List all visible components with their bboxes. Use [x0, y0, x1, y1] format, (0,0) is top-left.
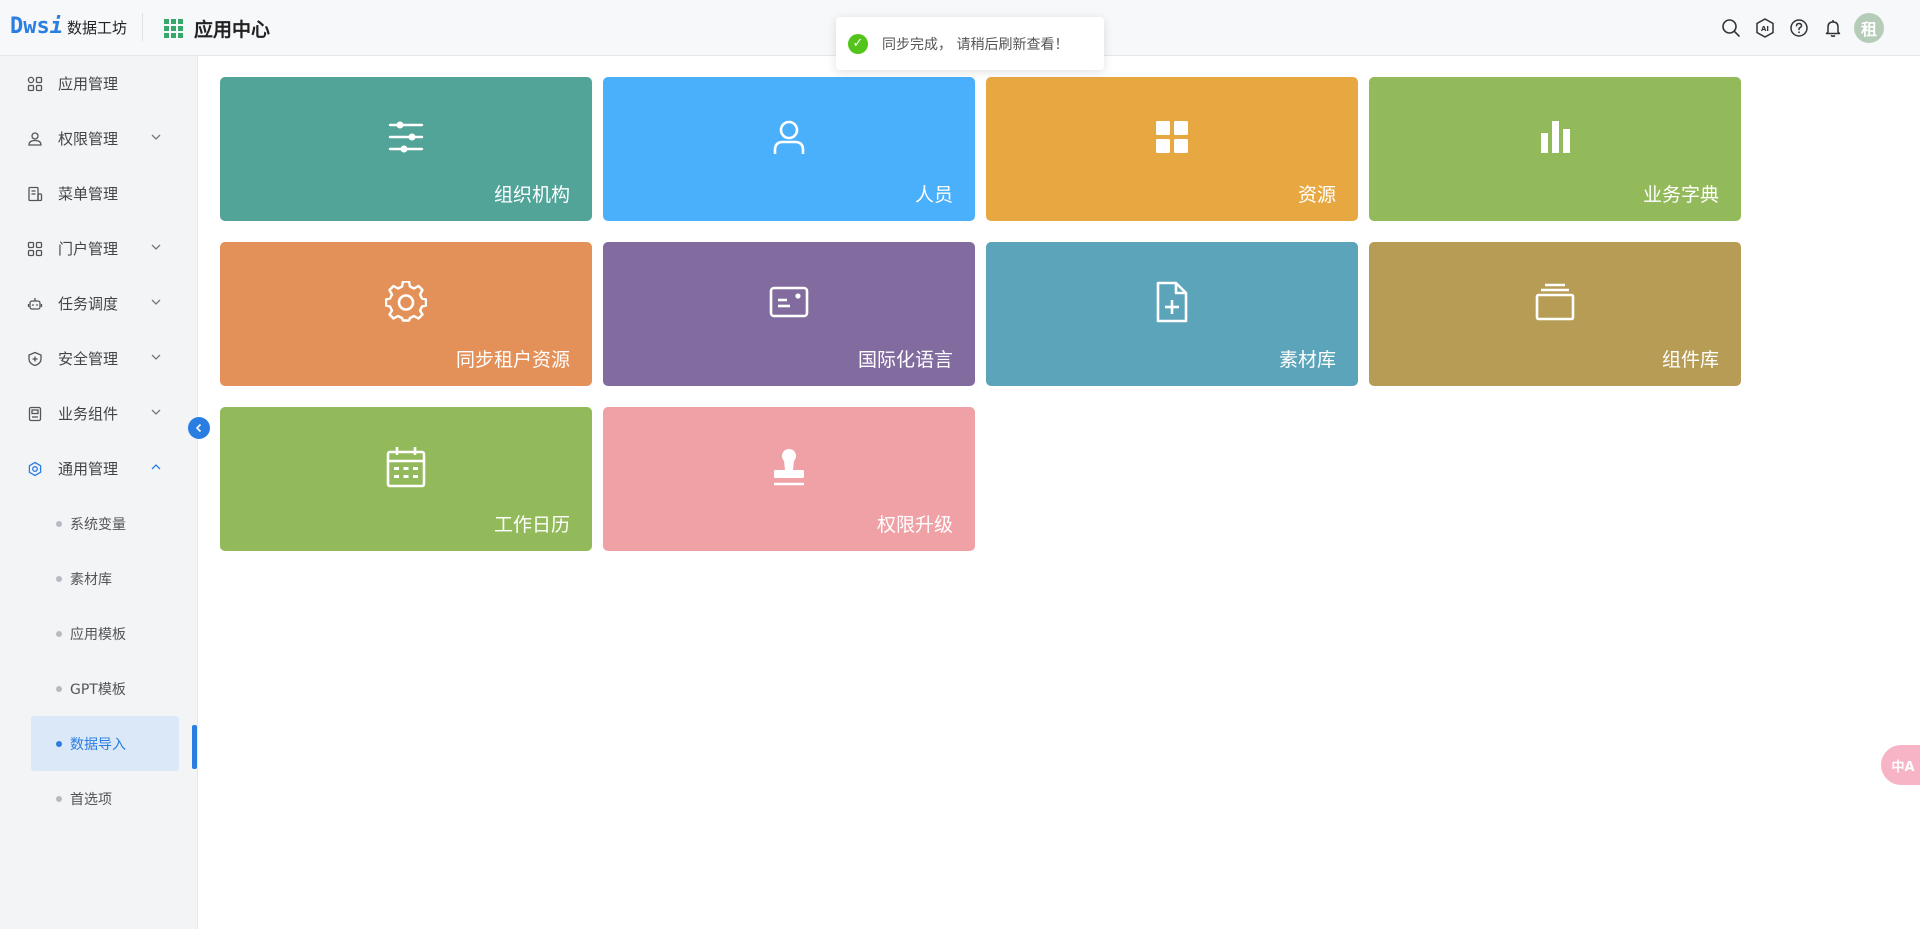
tile-organization[interactable]: 组织机构 [220, 77, 592, 221]
tile-label: 人员 [914, 184, 953, 206]
bullet-dot [56, 631, 62, 637]
chevron-down-icon [151, 299, 161, 305]
stack-icon [1533, 280, 1577, 324]
sliders-icon [384, 115, 428, 159]
header-divider [142, 13, 143, 41]
sidebar-item-security-management[interactable]: 安全管理 [0, 331, 197, 386]
app-center-title[interactable]: 应用中心 [164, 15, 270, 42]
sidebar-item-label: 任务调度 [58, 295, 119, 313]
bullet-dot [56, 796, 62, 802]
sidebar-item-label: 通用管理 [58, 460, 119, 478]
tile-business-dictionary[interactable]: 业务字典 [1369, 77, 1741, 221]
sidebar-item-permission-management[interactable]: 权限管理 [0, 111, 197, 166]
tile-material-library[interactable]: 素材库 [986, 242, 1358, 386]
sidebar-item-label: 菜单管理 [58, 185, 119, 203]
search-icon[interactable] [1714, 11, 1748, 45]
menu-doc-icon [26, 185, 44, 203]
bullet-dot [56, 741, 62, 747]
chevron-down-icon [151, 134, 161, 140]
logo-mark: Dwsi [10, 14, 63, 39]
sidebar-item-general-management[interactable]: 通用管理 [0, 441, 197, 496]
chevron-down-icon [151, 354, 161, 360]
notification-bell-icon[interactable] [1816, 11, 1850, 45]
sidebar-item-label: 门户管理 [58, 240, 119, 258]
sidebar-item-label: 应用管理 [58, 75, 119, 93]
tile-i18n-language[interactable]: 国际化语言 [603, 242, 975, 386]
chevron-up-icon [151, 464, 161, 470]
tile-label: 业务字典 [1642, 184, 1719, 206]
chevron-down-icon [151, 244, 161, 250]
bar-chart-icon [1533, 115, 1577, 159]
tile-label: 同步租户资源 [455, 349, 570, 371]
sidebar-item-label: 安全管理 [58, 350, 119, 368]
sidebar-subitem-data-import[interactable]: 数据导入 [31, 716, 179, 771]
check-circle-icon: ✓ [848, 33, 868, 54]
sidebar-collapse-button[interactable] [188, 417, 210, 439]
chevron-down-icon [151, 409, 161, 415]
tile-label: 国际化语言 [857, 349, 953, 371]
sidebar-item-app-management[interactable]: 应用管理 [0, 56, 197, 111]
sidebar-item-portal-management[interactable]: 门户管理 [0, 221, 197, 276]
toast-message: 同步完成， 请稍后刷新查看！ [882, 36, 1069, 53]
sidebar-subitem-material-library[interactable]: 素材库 [0, 551, 197, 606]
robot-icon [26, 295, 44, 313]
translate-button[interactable]: 中A [1881, 745, 1920, 785]
shield-icon [26, 350, 44, 368]
sidebar: 应用管理 权限管理 菜单管理 门户管理 任务调度 安全管理 业务组件 通用管理 … [0, 56, 198, 929]
calendar-icon [384, 445, 428, 489]
tile-component-library[interactable]: 组件库 [1369, 242, 1741, 386]
gear-icon [26, 460, 44, 478]
sidebar-item-business-component[interactable]: 业务组件 [0, 386, 197, 441]
logo[interactable]: Dwsi 数据工坊 [10, 14, 127, 39]
tile-label: 工作日历 [493, 514, 570, 536]
tile-label: 组织机构 [493, 184, 570, 206]
stamp-icon [767, 445, 811, 489]
tile-sync-tenant-resources[interactable]: 同步租户资源 [220, 242, 592, 386]
chevron-left-icon [195, 423, 202, 433]
tile-permission-upgrade[interactable]: 权限升级 [603, 407, 975, 551]
header-actions: AI 租 [1714, 0, 1920, 56]
component-icon [26, 405, 44, 423]
success-toast: ✓ 同步完成， 请稍后刷新查看！ [836, 17, 1104, 70]
logo-text: 数据工坊 [67, 19, 128, 37]
sidebar-subitem-system-variables[interactable]: 系统变量 [0, 496, 197, 551]
tile-label: 素材库 [1278, 349, 1336, 371]
svg-text:AI: AI [1761, 25, 1769, 33]
sidebar-item-menu-management[interactable]: 菜单管理 [0, 166, 197, 221]
id-card-icon [767, 280, 811, 324]
tile-personnel[interactable]: 人员 [603, 77, 975, 221]
user-stamp-icon [26, 130, 44, 148]
tile-resources[interactable]: 资源 [986, 77, 1358, 221]
sidebar-item-task-scheduling[interactable]: 任务调度 [0, 276, 197, 331]
tile-label: 资源 [1297, 184, 1336, 206]
avatar[interactable]: 租 [1854, 13, 1884, 43]
app-grid-icon [164, 18, 184, 39]
sidebar-subitem-preferences[interactable]: 首选项 [0, 771, 197, 826]
person-icon [767, 115, 811, 159]
bullet-dot [56, 576, 62, 582]
sidebar-subitem-app-templates[interactable]: 应用模板 [0, 606, 197, 661]
help-icon[interactable] [1782, 11, 1816, 45]
sidebar-item-label: 业务组件 [58, 405, 119, 423]
grid-squares-icon [1150, 115, 1194, 159]
bullet-dot [56, 686, 62, 692]
portal-grid-icon [26, 240, 44, 258]
tile-label: 权限升级 [876, 514, 953, 536]
gear-icon [384, 280, 428, 324]
tile-work-calendar[interactable]: 工作日历 [220, 407, 592, 551]
file-plus-icon [1150, 280, 1194, 324]
page-title: 应用中心 [194, 19, 271, 41]
sidebar-item-label: 权限管理 [58, 130, 119, 148]
ai-icon[interactable]: AI [1748, 11, 1782, 45]
tile-label: 组件库 [1661, 349, 1719, 371]
bullet-dot [56, 521, 62, 527]
sidebar-subitem-gpt-templates[interactable]: GPT模板 [0, 661, 197, 716]
apps-icon [26, 75, 44, 93]
active-indicator [192, 725, 197, 769]
